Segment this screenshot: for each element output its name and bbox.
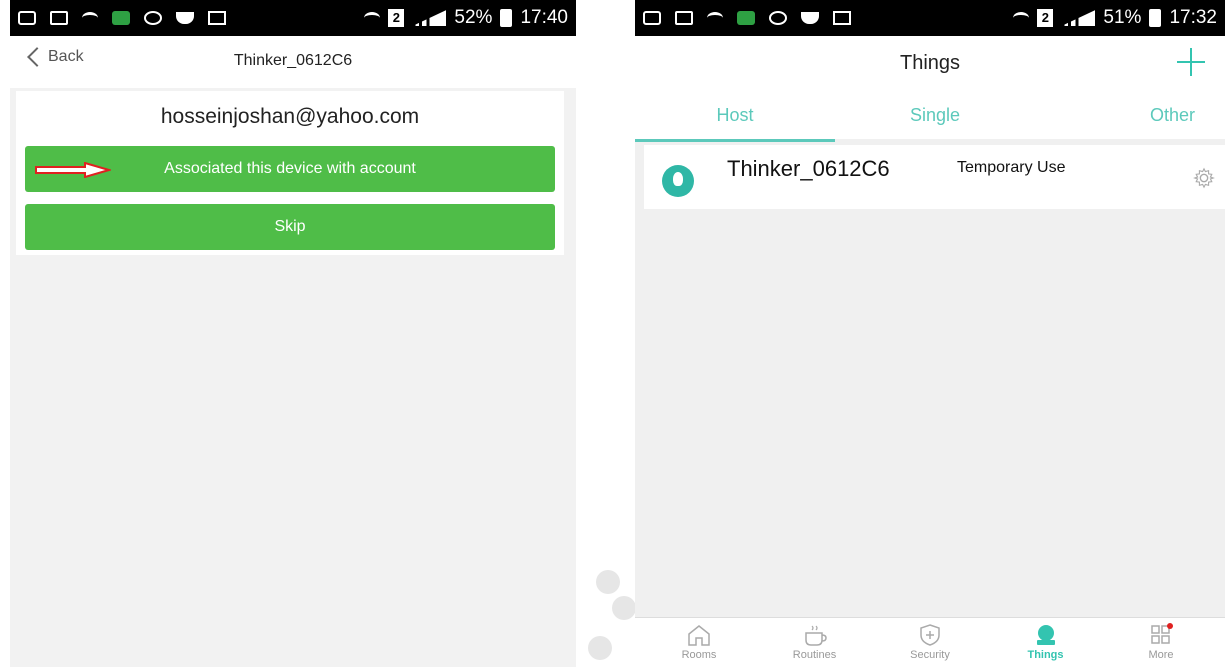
- bottom-nav: Rooms Routines Security Things More: [635, 617, 1225, 667]
- battery-icon: [1149, 9, 1162, 27]
- nav-routines[interactable]: Routines: [775, 618, 855, 667]
- add-device-button[interactable]: [1175, 46, 1207, 78]
- bulb-icon: [662, 165, 694, 197]
- signal-icon: [1061, 10, 1096, 26]
- app-icon: [737, 11, 755, 25]
- shield-icon: [920, 624, 940, 646]
- watermark-dot: [588, 636, 612, 660]
- associate-label: Associated this device with account: [164, 160, 416, 177]
- wifi-call-icon: [364, 12, 381, 24]
- app-icon: [112, 11, 130, 25]
- coffee-cup-icon: [804, 625, 827, 646]
- associate-device-button[interactable]: Associated this device with account: [25, 146, 555, 192]
- tab-other[interactable]: Other: [1035, 98, 1225, 138]
- page: 2 52% 17:40 Back Thinker_0612C6 hosseinj…: [0, 0, 1225, 667]
- battery-percent: 52%: [454, 7, 493, 28]
- gear-icon[interactable]: [1193, 167, 1215, 189]
- status-time: 17:40: [520, 7, 568, 28]
- association-card: hosseinjoshan@yahoo.com Associated this …: [16, 91, 564, 255]
- sim-icon: 2: [388, 9, 405, 27]
- message-icon: [643, 11, 661, 25]
- wifi-icon: [707, 12, 723, 24]
- status-right: 2 51% 17:32: [1013, 7, 1217, 29]
- image-icon: [675, 11, 693, 25]
- device-tag: Temporary Use: [957, 159, 1066, 176]
- cup-icon: [176, 12, 194, 24]
- face-icon: [769, 11, 787, 25]
- left-screen: 2 52% 17:40 Back Thinker_0612C6 hosseinj…: [10, 0, 576, 667]
- nav-label: More: [1148, 649, 1174, 661]
- account-email: hosseinjoshan@yahoo.com: [160, 105, 420, 128]
- wifi-icon: [82, 12, 98, 24]
- nav-security[interactable]: Security: [890, 618, 970, 667]
- watermark-dot: [612, 596, 636, 620]
- device-list-item[interactable]: Thinker_0612C6 Temporary Use: [644, 145, 1225, 209]
- nav-rooms[interactable]: Rooms: [659, 618, 739, 667]
- nav-more[interactable]: More: [1121, 618, 1201, 667]
- home-icon: [688, 625, 710, 646]
- status-bar: 2 51% 17:32: [635, 0, 1225, 36]
- tab-single[interactable]: Single: [835, 98, 1035, 138]
- things-header: Things Host Single Other: [635, 36, 1225, 142]
- right-screen: 2 51% 17:32 Things Host Single Other Thi…: [635, 0, 1225, 667]
- sim-icon: 2: [1037, 9, 1054, 27]
- tab-bar: Host Single Other: [635, 98, 1225, 142]
- nav-bar: Back Thinker_0612C6: [10, 36, 576, 88]
- nav-label: Rooms: [681, 649, 717, 661]
- page-title: Things: [899, 52, 961, 74]
- signal-icon: [412, 10, 447, 26]
- face-icon: [144, 11, 162, 25]
- status-bar: 2 52% 17:40: [10, 0, 576, 36]
- nav-label: Things: [1027, 649, 1064, 661]
- watermark-dot: [596, 570, 620, 594]
- notification-icons: [18, 11, 364, 25]
- battery-percent: 51%: [1103, 7, 1142, 28]
- battery-icon: [500, 9, 513, 27]
- red-arrow-icon: [35, 162, 111, 178]
- tab-host[interactable]: Host: [635, 98, 835, 142]
- grid-icon: [1151, 623, 1173, 644]
- image-icon: [50, 11, 68, 25]
- bulb-icon: [1036, 625, 1055, 645]
- message-icon: [18, 11, 36, 25]
- skip-button[interactable]: Skip: [25, 204, 555, 250]
- wifi-call-icon: [1013, 12, 1030, 24]
- page-title: Thinker_0612C6: [233, 52, 353, 69]
- status-right: 2 52% 17:40: [364, 7, 568, 29]
- device-name: Thinker_0612C6: [727, 156, 890, 181]
- nav-label: Security: [910, 649, 950, 661]
- nav-label: Routines: [792, 649, 837, 661]
- mail-icon: [833, 11, 851, 25]
- nav-things[interactable]: Things: [1006, 618, 1086, 667]
- notification-icons: [643, 11, 1013, 25]
- mail-icon: [208, 11, 226, 25]
- cup-icon: [801, 12, 819, 24]
- status-time: 17:32: [1169, 7, 1217, 28]
